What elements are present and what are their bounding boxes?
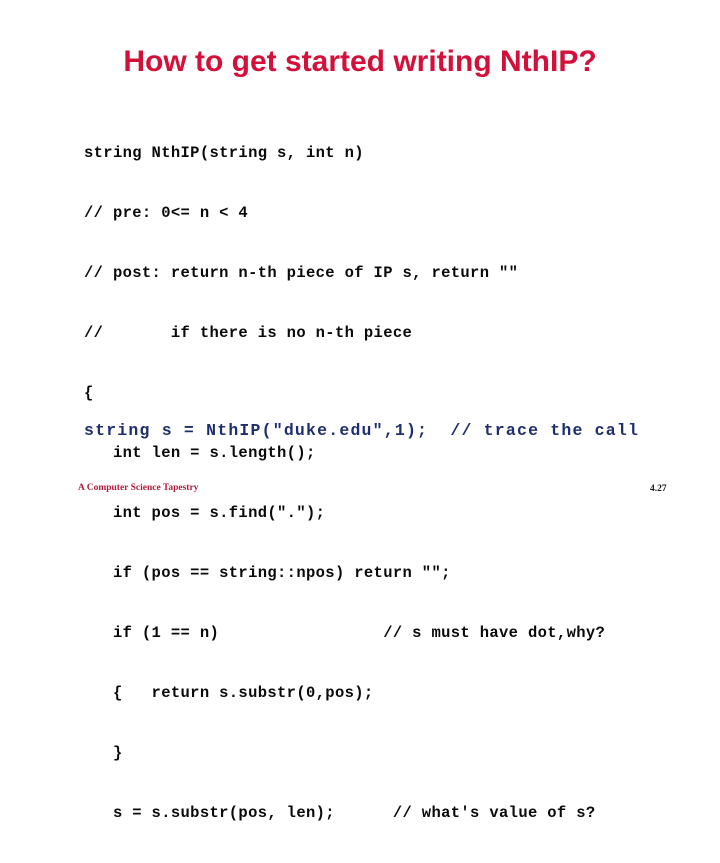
code-line: // if there is no n-th piece: [84, 324, 413, 342]
code-line: { return s.substr(0,pos);: [84, 684, 374, 702]
code-line: s = s.substr(pos, len); // what's value …: [84, 804, 596, 822]
code-line: string NthIP(string s, int n): [84, 144, 364, 162]
code-line: {: [84, 384, 94, 402]
code-line: // pre: 0<= n < 4: [84, 204, 249, 222]
slide: How to get started writing NthIP? string…: [0, 0, 720, 822]
code-line: }: [84, 744, 123, 762]
trace-call-line: string s = NthIP("duke.edu",1); // trace…: [84, 421, 640, 440]
code-line: if (1 == n) // s must have dot,why?: [84, 624, 606, 642]
footer-brand: A Computer Science Tapestry: [78, 483, 199, 493]
footer-page-number: 4.27: [650, 484, 667, 494]
code-line: int pos = s.find(".");: [84, 504, 326, 522]
page-title: How to get started writing NthIP?: [123, 45, 597, 78]
code-line: int len = s.length();: [84, 444, 316, 462]
code-line: // post: return n-th piece of IP s, retu…: [84, 264, 519, 282]
code-line: if (pos == string::npos) return "";: [84, 564, 451, 582]
